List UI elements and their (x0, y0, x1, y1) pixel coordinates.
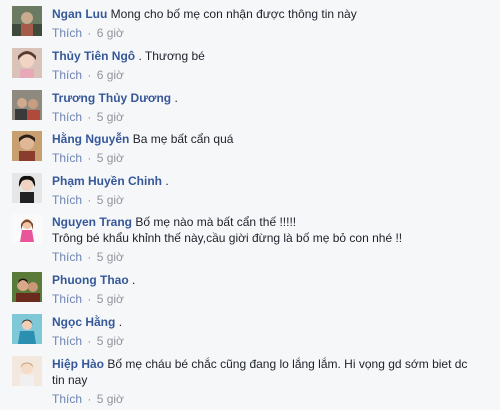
comment-actions: Thích · 5 giờ (52, 151, 492, 165)
comment-text: . (165, 174, 169, 188)
comment-author[interactable]: Hiệp Hào (52, 357, 104, 371)
comment-body: Phuong Thao . Thích · 5 giờ (52, 272, 492, 306)
comment-text: Bố mẹ cháu bé chắc cũng đang lo lắng lắm… (107, 357, 468, 371)
avatar[interactable] (12, 356, 42, 386)
comment-author[interactable]: Thủy Tiên Ngô (52, 49, 135, 63)
comment-author[interactable]: Hằng Nguyễn (52, 132, 129, 146)
comment-body: Hằng Nguyễn Ba mẹ bất cẩn quá Thích · 5 … (52, 131, 492, 165)
comment-body: Ngọc Hằng . Thích · 5 giờ (52, 314, 492, 348)
comment-body: Phạm Huyền Chinh . Thích · 5 giờ (52, 173, 492, 207)
comment-author[interactable]: Ngọc Hằng (52, 315, 115, 329)
comment-text: . Thương bé (138, 49, 205, 63)
comment-body: Thủy Tiên Ngô . Thương bé Thích · 6 giờ (52, 48, 492, 82)
comment-list: Ngan Luu Mong cho bố mẹ con nhận được th… (0, 0, 500, 410)
comment-actions: Thích · 6 giờ (52, 26, 492, 40)
like-link[interactable]: Thích (52, 110, 82, 124)
comment-text: . (174, 91, 178, 105)
like-link[interactable]: Thích (52, 334, 82, 348)
comment-text: Mong cho bố mẹ con nhận được thông tin n… (110, 7, 357, 21)
avatar[interactable] (12, 48, 42, 78)
separator: · (87, 250, 92, 264)
comment-actions: Thích · 5 giờ (52, 334, 492, 348)
comment-timestamp[interactable]: 5 giờ (97, 110, 124, 124)
comment-timestamp[interactable]: 5 giờ (97, 151, 124, 165)
like-link[interactable]: Thích (52, 68, 82, 82)
comment-author[interactable]: Phạm Huyền Chinh (52, 174, 162, 188)
comment-timestamp[interactable]: 6 giờ (97, 26, 124, 40)
avatar[interactable] (12, 131, 42, 161)
comment-actions: Thích · 5 giờ (52, 110, 492, 124)
avatar[interactable] (12, 272, 42, 302)
like-link[interactable]: Thích (52, 26, 82, 40)
avatar[interactable] (12, 90, 42, 120)
separator: · (87, 110, 92, 124)
avatar[interactable] (12, 173, 42, 203)
comment-actions: Thích · 5 giờ (52, 193, 492, 207)
comment-author[interactable]: Ngan Luu (52, 7, 107, 21)
comment-body: Trương Thủy Dương . Thích · 5 giờ (52, 90, 492, 124)
comment-author[interactable]: Trương Thủy Dương (52, 91, 171, 105)
like-link[interactable]: Thích (52, 250, 82, 264)
like-link[interactable]: Thích (52, 392, 82, 406)
comment-timestamp[interactable]: 6 giờ (97, 68, 124, 82)
separator: · (87, 392, 92, 406)
comment-timestamp[interactable]: 5 giờ (97, 250, 124, 264)
comment-text: Ba mẹ bất cẩn quá (132, 132, 234, 146)
like-link[interactable]: Thích (52, 193, 82, 207)
avatar[interactable] (12, 214, 42, 244)
separator: · (87, 292, 92, 306)
comment-actions: Thích · 5 giờ (52, 392, 492, 406)
comment-body: Hiệp Hào Bố mẹ cháu bé chắc cũng đang lo… (52, 356, 492, 406)
comment-text: . (132, 273, 136, 287)
comment-text-continued: tin nay (52, 373, 88, 387)
comment-body: Ngan Luu Mong cho bố mẹ con nhận được th… (52, 6, 492, 40)
comment-author[interactable]: Nguyen Trang (52, 215, 132, 229)
like-link[interactable]: Thích (52, 292, 82, 306)
comment-timestamp[interactable]: 5 giờ (97, 193, 124, 207)
comment-timestamp[interactable]: 5 giờ (97, 334, 124, 348)
comment-body: Nguyen Trang Bố mẹ nào mà bất cẩn thế !!… (52, 214, 492, 264)
comment-text-continued: Trông bé khẩu khỉnh thế này,cầu giời đừn… (52, 231, 403, 245)
avatar[interactable] (12, 314, 42, 344)
comment-text: . (118, 315, 123, 329)
separator: · (87, 151, 92, 165)
comment-actions: Thích · 6 giờ (52, 68, 492, 82)
comment-timestamp[interactable]: 5 giờ (97, 292, 124, 306)
like-link[interactable]: Thích (52, 151, 82, 165)
separator: · (87, 193, 92, 207)
separator: · (87, 68, 92, 82)
comment-timestamp[interactable]: 5 giờ (97, 392, 124, 406)
separator: · (87, 334, 92, 348)
comment-actions: Thích · 5 giờ (52, 250, 492, 264)
comment-text: Bố mẹ nào mà bất cẩn thế !!!!! (135, 215, 297, 229)
avatar[interactable] (12, 6, 42, 36)
comment-author[interactable]: Phuong Thao (52, 273, 129, 287)
separator: · (87, 26, 92, 40)
comment-actions: Thích · 5 giờ (52, 292, 492, 306)
